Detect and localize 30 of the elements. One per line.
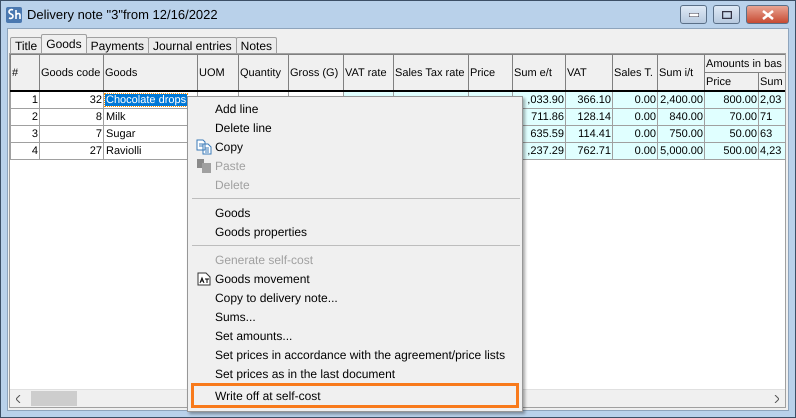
table-cell: 8 <box>40 108 104 126</box>
table-cell: 0.00 <box>612 142 658 160</box>
row-number-cell: 4 <box>10 142 40 160</box>
table-cell: 50.00 <box>704 126 758 142</box>
table-cell: 0.00 <box>612 126 658 142</box>
table-cell: 71 <box>758 108 785 126</box>
table-cell: 0.00 <box>612 108 658 126</box>
table-cell: 114.41 <box>566 126 612 142</box>
table-cell: 800.00 <box>704 91 758 108</box>
table-cell: 70.00 <box>704 108 758 126</box>
table-cell: 63 <box>758 126 785 142</box>
table-cell: 0.00 <box>612 91 658 108</box>
table-cell: 500.00 <box>704 142 758 160</box>
table-cell: 27 <box>40 142 104 160</box>
table-cell: 32 <box>40 91 104 108</box>
table-cell: 750.00 <box>658 126 704 142</box>
column-group-header: Amounts in bas <box>704 54 785 72</box>
table-cell: 5,000.00 <box>658 142 704 160</box>
table-cell: 840.00 <box>658 108 704 126</box>
window-title: Delivery note "3"from 12/16/2022 <box>27 7 219 22</box>
table-cell: 2,400.00 <box>658 91 704 108</box>
row-number-cell: 3 <box>10 126 40 142</box>
table-cell: 762.71 <box>566 142 612 160</box>
table-cell: 2,03 <box>758 91 785 108</box>
row-number-cell: 2 <box>10 108 40 126</box>
table-cell: 7 <box>40 126 104 142</box>
row-number-cell: 1 <box>10 91 40 108</box>
table-cell: 366.10 <box>566 91 612 108</box>
table-cell: 128.14 <box>566 108 612 126</box>
table-cell: 4,23 <box>758 142 785 160</box>
